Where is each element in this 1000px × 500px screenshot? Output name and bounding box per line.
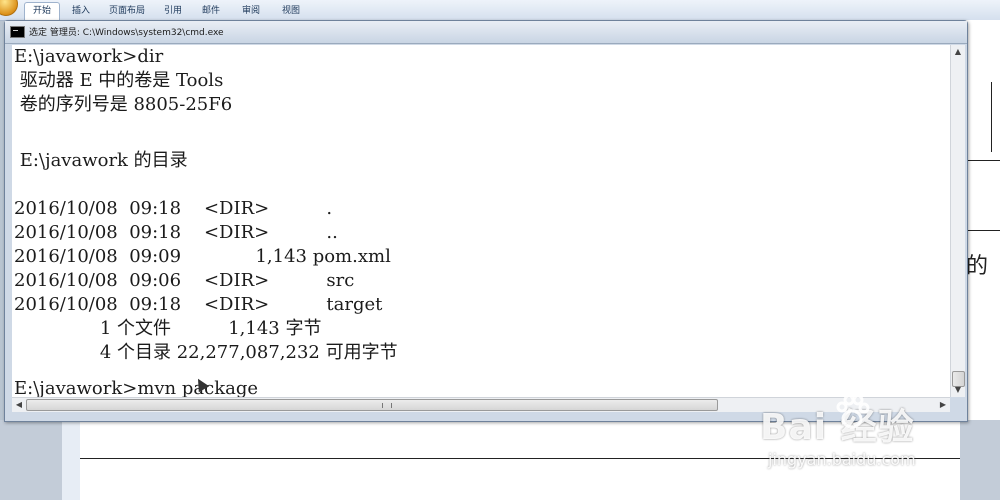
scroll-left-icon[interactable]: ◀ <box>12 398 26 412</box>
ribbon-tab-page-layout[interactable]: 页面布局 <box>104 3 150 19</box>
console-line: E:\javawork 的目录 <box>14 150 188 171</box>
ribbon-tab-insert[interactable]: 插入 <box>66 3 96 19</box>
console-output[interactable]: E:\javawork>dir 驱动器 E 中的卷是 Tools 卷的序列号是 … <box>12 45 950 397</box>
ribbon-tab-references[interactable]: 引用 <box>158 3 188 19</box>
cmd-title: 选定 管理员: C:\Windows\system32\cmd.exe <box>29 28 224 38</box>
console-line: 4 个目录 22,277,087,232 可用字节 <box>14 342 398 363</box>
console-line: 2016/10/08 09:18 <DIR> .. <box>14 222 338 243</box>
scroll-up-icon[interactable]: ▲ <box>951 45 965 59</box>
console-line: 2016/10/08 09:18 <DIR> target <box>14 294 383 315</box>
console-line: 卷的序列号是 8805-25F6 <box>14 94 233 115</box>
scroll-down-icon[interactable]: ▼ <box>951 383 965 397</box>
vertical-scrollbar[interactable]: ▲ ▼ <box>950 45 965 397</box>
cmd-window[interactable]: 选定 管理员: C:\Windows\system32\cmd.exe E:\j… <box>4 20 968 422</box>
console-line: 2016/10/08 09:09 1,143 pom.xml <box>14 246 391 267</box>
horizontal-scroll-thumb[interactable] <box>26 399 718 411</box>
console-prompt-line: E:\javawork>mvn package <box>14 378 259 397</box>
ribbon-tab-view[interactable]: 视图 <box>276 3 306 19</box>
console-line: 1 个文件 1,143 字节 <box>14 318 322 339</box>
office-button-icon[interactable] <box>0 0 18 16</box>
ribbon-tab-home[interactable]: 开始 <box>24 2 60 21</box>
cmd-icon <box>10 26 25 38</box>
vertical-ruler <box>62 420 81 500</box>
scroll-grip-icon <box>382 403 392 408</box>
baidu-watermark: Bai 经验 jingyan.baidu.com <box>760 394 980 488</box>
doc-border-line <box>991 82 992 152</box>
word-ribbon: 开始 插入 页面布局 引用 邮件 审阅 视图 <box>0 0 1000 21</box>
ribbon-tab-review[interactable]: 审阅 <box>236 3 266 19</box>
doc-visible-char: 的 <box>966 254 989 279</box>
watermark-url: jingyan.baidu.com <box>768 450 916 469</box>
console-line: 驱动器 E 中的卷是 Tools <box>14 70 224 91</box>
cmd-titlebar[interactable]: 选定 管理员: C:\Windows\system32\cmd.exe <box>5 21 967 44</box>
console-line: 2016/10/08 09:18 <DIR> . <box>14 198 333 219</box>
console-line: 2016/10/08 09:06 <DIR> src <box>14 270 355 291</box>
ribbon-tab-mailings[interactable]: 邮件 <box>196 3 226 19</box>
console-line: E:\javawork>dir <box>14 46 164 67</box>
baidu-paw-icon <box>836 394 870 429</box>
